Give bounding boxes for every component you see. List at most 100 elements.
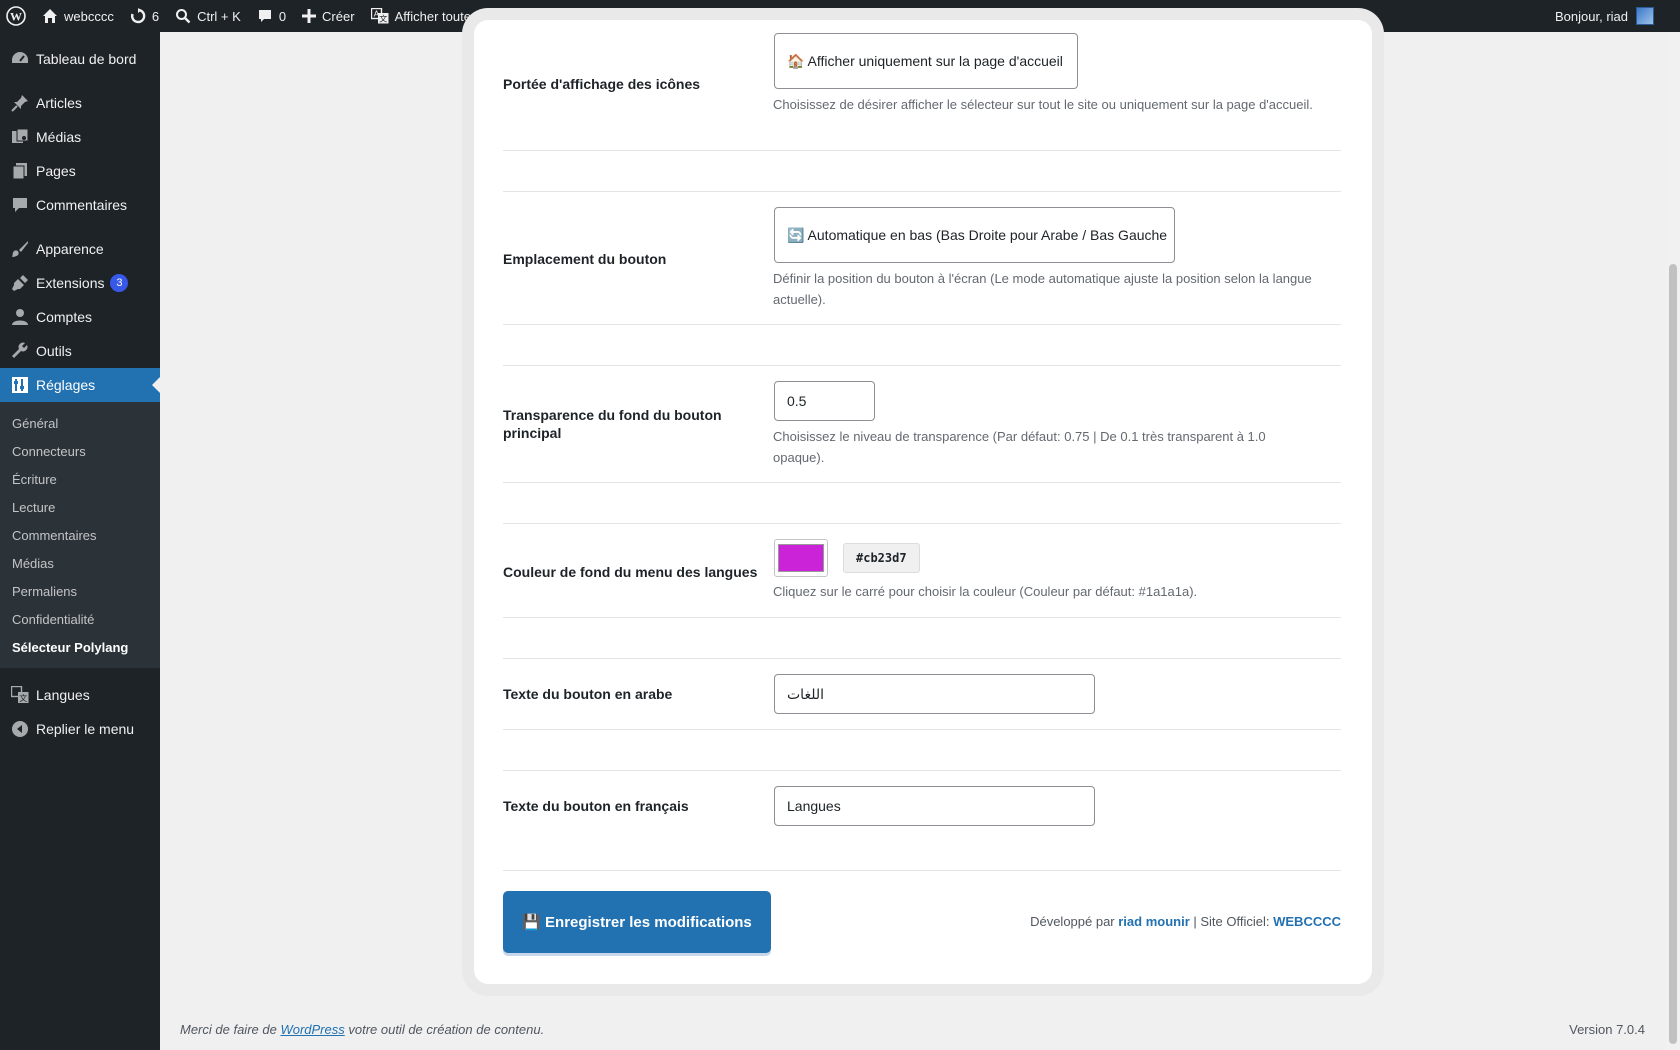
plus-icon (302, 9, 317, 23)
menu-extensions[interactable]: Extensions 3 (0, 266, 160, 300)
settings-submenu: Général Connecteurs Écriture Lecture Com… (0, 402, 160, 668)
official-site-link[interactable]: WEBCCCC (1273, 914, 1341, 929)
users-icon (10, 307, 30, 327)
svg-text:文: 文 (19, 693, 27, 703)
search-shortcut: Ctrl + K (197, 8, 241, 24)
create-new-link[interactable]: Créer (294, 0, 363, 32)
comments-icon (10, 195, 30, 215)
divider (503, 365, 1341, 366)
comments-link[interactable]: 0 (249, 0, 294, 32)
home-icon (42, 8, 58, 24)
arabic-text-label: Texte du bouton en arabe (503, 686, 673, 702)
submenu-privacy[interactable]: Confidentialité (0, 606, 160, 634)
credits: Développé par riad mounir | Site Officie… (1030, 914, 1341, 929)
footer-version: Version 7.0.4 (1569, 1022, 1645, 1037)
menu-media[interactable]: Médias (0, 120, 160, 154)
comment-icon (257, 8, 273, 24)
scope-select[interactable]: 🏠 Afficher uniquement sur la page d'accu… (774, 33, 1078, 89)
menu-settings[interactable]: Réglages (0, 368, 160, 402)
menu-label: Pages (36, 163, 76, 179)
submenu-general[interactable]: Général (0, 410, 160, 438)
submenu-polylang-selector[interactable]: Sélecteur Polylang (0, 634, 160, 662)
greeting: Bonjour, riad (1555, 8, 1628, 24)
submenu-media[interactable]: Médias (0, 550, 160, 578)
plugins-icon (10, 273, 30, 293)
opacity-input[interactable]: 0.5 (774, 381, 875, 421)
menu-label: Extensions (36, 275, 105, 291)
comments-count: 0 (278, 8, 287, 24)
menu-dashboard[interactable]: Tableau de bord (0, 42, 160, 76)
my-account-link[interactable]: Bonjour, riad (1547, 0, 1680, 32)
pin-icon (10, 93, 30, 113)
menu-label: Médias (36, 129, 82, 145)
arabic-text-input[interactable]: اللغات (774, 674, 1095, 714)
wordpress-link[interactable]: WordPress (280, 1022, 344, 1037)
pages-icon (10, 161, 30, 181)
dashboard-icon (10, 49, 30, 69)
menu-label: Comptes (36, 309, 93, 325)
divider (503, 617, 1341, 618)
menu-label: Langues (36, 687, 90, 703)
menu-tools[interactable]: Outils (0, 334, 160, 368)
page-scrollbar[interactable] (1666, 32, 1680, 1050)
collapse-icon (10, 719, 30, 739)
menu-languages[interactable]: 文 Langues (0, 678, 160, 712)
divider (503, 523, 1341, 524)
wordpress-logo-icon: W (6, 6, 26, 26)
scope-label: Portée d'affichage des icônes (503, 76, 701, 92)
submenu-writing[interactable]: Écriture (0, 466, 160, 494)
footer-prefix: Merci de faire de (180, 1022, 281, 1037)
menu-label: Commentaires (36, 197, 128, 213)
footer-suffix: votre outil de création de contenu. (344, 1022, 545, 1037)
search-shortcut-button[interactable]: Ctrl + K (167, 0, 249, 32)
menu-color-label: Couleur de fond du menu des langues (503, 564, 758, 580)
updates-link[interactable]: 6 (122, 0, 167, 32)
admin-sidebar: Tableau de bord Articles Médias Pages Co… (0, 32, 160, 1050)
menu-articles[interactable]: Articles (0, 86, 160, 120)
avatar (1636, 7, 1654, 25)
menu-label: Articles (36, 95, 82, 111)
create-label: Créer (322, 8, 355, 24)
divider (503, 658, 1341, 659)
divider (503, 324, 1341, 325)
divider (503, 191, 1341, 192)
menu-users[interactable]: Comptes (0, 300, 160, 334)
position-select[interactable]: 🔄 Automatique en bas (Bas Droite pour Ar… (774, 207, 1175, 263)
author-link[interactable]: riad mounir (1118, 914, 1190, 929)
menu-appearance[interactable]: Apparence (0, 232, 160, 266)
scrollbar-thumb[interactable] (1669, 264, 1677, 1044)
settings-card (474, 20, 1372, 984)
collapse-menu-button[interactable]: Replier le menu (0, 712, 160, 746)
opacity-description: Choisissez le niveau de transparence (Pa… (773, 429, 1266, 465)
translation-icon: A文 (370, 8, 389, 24)
menu-label: Tableau de bord (36, 51, 137, 67)
color-picker-button[interactable] (774, 539, 828, 577)
tools-icon (10, 341, 30, 361)
french-text-label: Texte du bouton en français (503, 798, 689, 814)
menu-label: Réglages (36, 377, 96, 393)
translation-icon: 文 (10, 685, 30, 705)
svg-text:W: W (10, 10, 22, 24)
opacity-label: Transparence du fond du bouton principal (503, 407, 722, 441)
search-icon (175, 8, 191, 24)
divider (503, 150, 1341, 151)
wordpress-logo-button[interactable]: W (0, 0, 34, 32)
divider (503, 729, 1341, 730)
menu-comments[interactable]: Commentaires (0, 188, 160, 222)
menu-label: Apparence (36, 241, 104, 257)
updates-count: 6 (151, 8, 160, 24)
save-changes-button[interactable]: 💾 Enregistrer les modifications (503, 891, 771, 953)
submenu-discussion[interactable]: Commentaires (0, 522, 160, 550)
submenu-permalinks[interactable]: Permaliens (0, 578, 160, 606)
submenu-connectors[interactable]: Connecteurs (0, 438, 160, 466)
credits-prefix: Développé par (1030, 914, 1119, 929)
menu-label: Outils (36, 343, 72, 359)
divider (503, 482, 1341, 483)
site-name-link[interactable]: webcccc (34, 0, 122, 32)
menu-pages[interactable]: Pages (0, 154, 160, 188)
settings-icon (10, 375, 30, 395)
footer-thankyou: Merci de faire de WordPress votre outil … (180, 1022, 544, 1037)
submenu-reading[interactable]: Lecture (0, 494, 160, 522)
french-text-input[interactable]: Langues (774, 786, 1095, 826)
appearance-icon (10, 239, 30, 259)
